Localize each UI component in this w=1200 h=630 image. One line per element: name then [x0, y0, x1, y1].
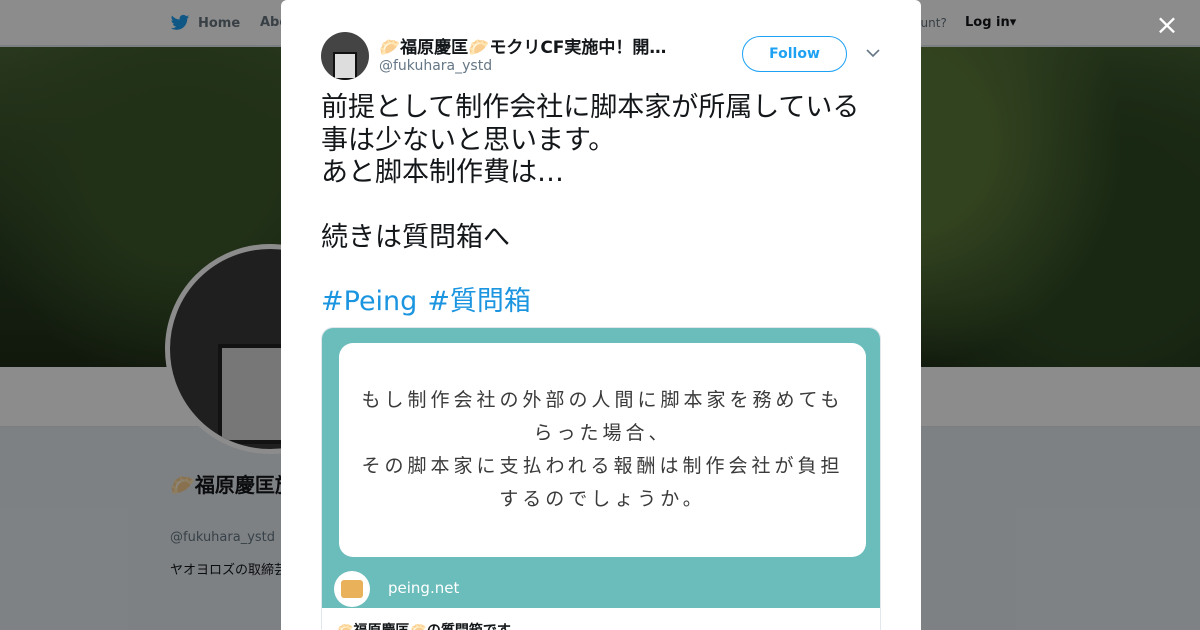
- tweet-modal: 🥟福原慶匡🥟モクリCF実施中！開… @fukuhara_ystd Follow …: [281, 0, 921, 630]
- question-box: もし制作会社の外部の人間に脚本家を務めても らった場合、 その脚本家に支払われる…: [339, 343, 866, 557]
- card-image: もし制作会社の外部の人間に脚本家を務めても らった場合、 その脚本家に支払われる…: [322, 328, 880, 608]
- hashtag-link[interactable]: #Peing: [321, 286, 417, 317]
- hashtags: #Peing #質問箱: [321, 286, 891, 319]
- author-handle[interactable]: @fukuhara_ystd: [379, 58, 492, 74]
- follow-button[interactable]: Follow: [742, 36, 847, 72]
- hashtag-link[interactable]: #質問箱: [427, 286, 531, 317]
- close-icon[interactable]: ×: [1152, 10, 1182, 40]
- card-title: 🥟福原慶匡🥟の質問箱です: [336, 620, 511, 630]
- tweet-line: 続きは質問箱へ: [321, 221, 510, 253]
- question-line: その脚本家に支払われる報酬は制作会社が負担: [361, 455, 844, 477]
- question-line: らった場合、: [533, 422, 672, 444]
- tweet-text: 前提として制作会社に脚本家が所属している 事は少ないと思います。 あと脚本制作費…: [321, 92, 891, 319]
- question-line: もし制作会社の外部の人間に脚本家を務めても: [361, 389, 844, 411]
- tweet-line: 事は少ないと思います。: [321, 124, 616, 156]
- link-card[interactable]: もし制作会社の外部の人間に脚本家を務めても らった場合、 その脚本家に支払われる…: [321, 327, 881, 630]
- avatar-photo-frame: [333, 52, 357, 80]
- peing-box-icon: [334, 571, 370, 607]
- chevron-down-icon[interactable]: [864, 44, 882, 62]
- question-line: するのでしょうか。: [499, 488, 706, 510]
- tweet-line: あと脚本制作費は…: [321, 157, 564, 188]
- tweet-line: 前提として制作会社に脚本家が所属している: [321, 92, 860, 123]
- author-name[interactable]: 🥟福原慶匡🥟モクリCF実施中！開…: [379, 33, 691, 58]
- card-site-label: peing.net: [388, 579, 460, 597]
- author-avatar[interactable]: [321, 32, 369, 80]
